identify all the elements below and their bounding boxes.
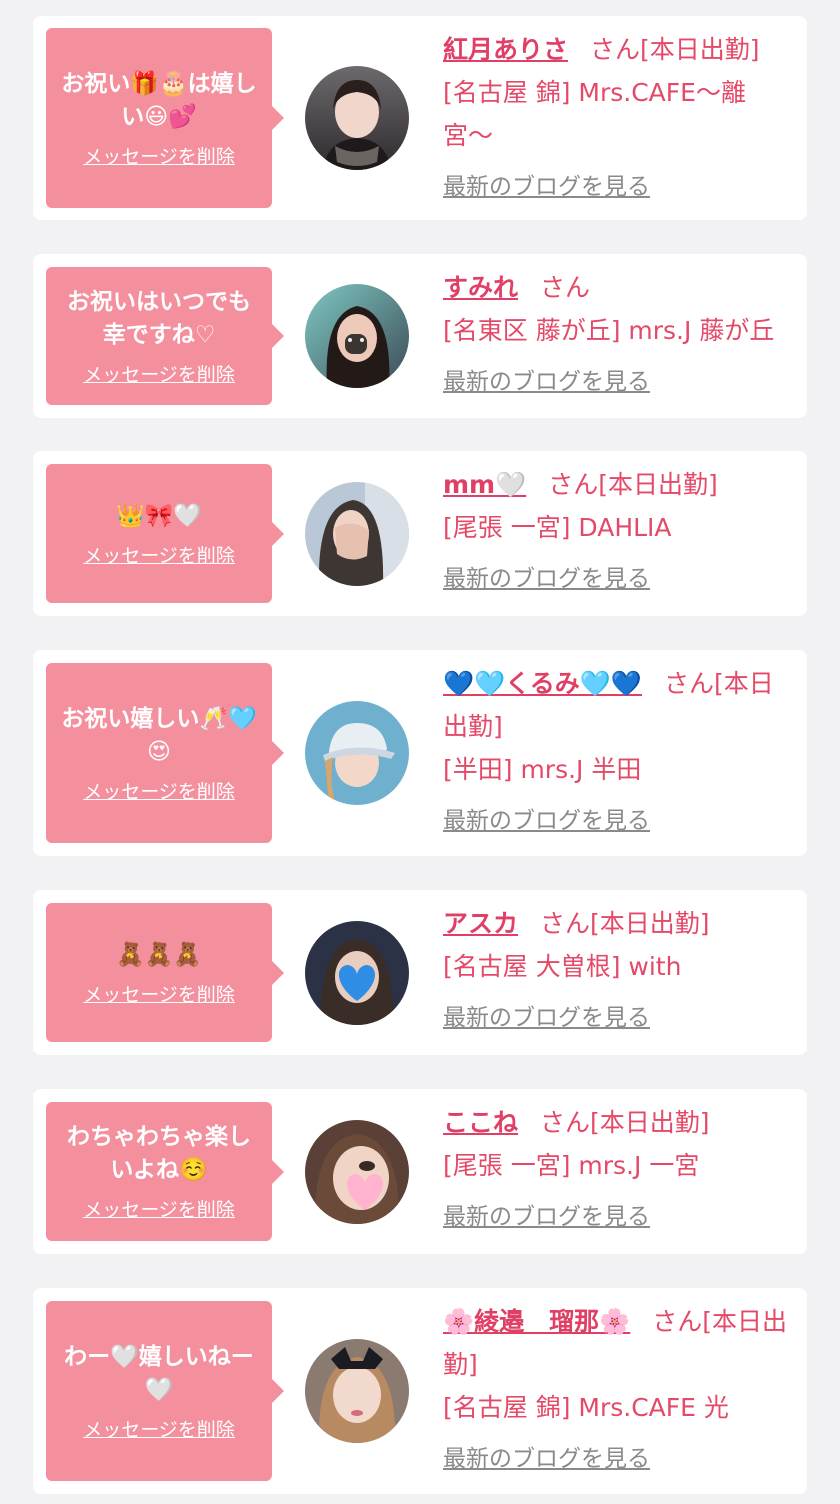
message-card: わちゃわちゃ楽しいよね☺️ メッセージを削除 ここね さん[本日出勤] [尾張 一…	[33, 1089, 807, 1254]
cast-status: さん[本日出勤]	[540, 1108, 710, 1137]
cast-name-link[interactable]: 💙🩵くるみ🩵💙	[443, 669, 642, 698]
shop-info: [半田] mrs.J 半田	[443, 755, 642, 784]
message-text: わちゃわちゃ楽しいよね☺️	[67, 1124, 251, 1183]
message-card: 👑🎀🤍 メッセージを削除 mm🤍 さん[本日出勤] [尾張 一宮] DAHLIA …	[33, 451, 807, 616]
delete-message-link[interactable]: メッセージを削除	[83, 142, 235, 169]
delete-message-link[interactable]: メッセージを削除	[83, 541, 235, 568]
cast-name-link[interactable]: 🌸綾邉 瑠那🌸	[443, 1307, 630, 1336]
cast-name-link[interactable]: 紅月ありさ	[443, 35, 568, 64]
shop-info: [尾張 一宮] mrs.J 一宮	[443, 1151, 700, 1180]
message-text: 👑🎀🤍	[116, 502, 202, 529]
shop-info: [名古屋 錦] Mrs.CAFE 光	[443, 1393, 729, 1422]
cast-name-link[interactable]: アスカ	[443, 909, 518, 938]
cast-name-link[interactable]: すみれ	[443, 273, 518, 302]
cast-status: さん	[540, 273, 591, 302]
cast-info: すみれ さん [名東区 藤が丘] mrs.J 藤が丘 最新のブログを見る	[443, 266, 795, 396]
cast-info: アスカ さん[本日出勤] [名古屋 大曽根] with 最新のブログを見る	[443, 902, 795, 1032]
cast-status: さん[本日出勤]	[548, 470, 718, 499]
cast-name-link[interactable]: ここね	[443, 1108, 518, 1137]
cast-info: 💙🩵くるみ🩵💙 さん[本日出勤] [半田] mrs.J 半田 最新のブログを見る	[443, 662, 795, 835]
blog-link[interactable]: 最新のブログを見る	[443, 801, 650, 835]
cast-info: 🌸綾邉 瑠那🌸 さん[本日出勤] [名古屋 錦] Mrs.CAFE 光 最新のブロ…	[443, 1300, 795, 1473]
message-bubble: わちゃわちゃ楽しいよね☺️ メッセージを削除	[46, 1102, 284, 1241]
message-bubble: わー🤍嬉しいねー🤍 メッセージを削除	[46, 1301, 284, 1481]
delete-message-link[interactable]: メッセージを削除	[83, 360, 235, 387]
cast-status: さん[本日出勤]	[590, 35, 760, 64]
message-text: 🧸🧸🧸	[116, 941, 202, 968]
shop-info: [名東区 藤が丘] mrs.J 藤が丘	[443, 316, 775, 345]
message-card: お祝いはいつでも幸ですね♡ メッセージを削除 すみれ さん [名東区 藤が丘] m…	[33, 254, 807, 418]
delete-message-link[interactable]: メッセージを削除	[83, 777, 235, 804]
cast-info: ここね さん[本日出勤] [尾張 一宮] mrs.J 一宮 最新のブログを見る	[443, 1101, 795, 1231]
avatar[interactable]	[305, 701, 409, 805]
delete-message-link[interactable]: メッセージを削除	[83, 980, 235, 1007]
cast-info: 紅月ありさ さん[本日出勤] [名古屋 錦] Mrs.CAFE〜離宮〜 最新のブロ…	[443, 28, 795, 201]
shop-info: [名古屋 大曽根] with	[443, 952, 682, 981]
message-bubble: 👑🎀🤍 メッセージを削除	[46, 464, 284, 603]
delete-message-link[interactable]: メッセージを削除	[83, 1415, 235, 1442]
avatar[interactable]	[305, 1339, 409, 1443]
message-card: お祝い🎁🎂は嬉しい😃💕 メッセージを削除 紅月ありさ さん[本日出勤] [名古屋 …	[33, 16, 807, 220]
message-text: お祝い嬉しい🥂🩵😍	[61, 705, 257, 765]
blog-link[interactable]: 最新のブログを見る	[443, 1197, 650, 1231]
blog-link[interactable]: 最新のブログを見る	[443, 1439, 650, 1473]
cast-name-link[interactable]: mm🤍	[443, 470, 526, 499]
message-bubble: お祝い🎁🎂は嬉しい😃💕 メッセージを削除	[46, 28, 284, 208]
avatar[interactable]	[305, 284, 409, 388]
message-bubble: お祝いはいつでも幸ですね♡ メッセージを削除	[46, 267, 284, 405]
shop-info: [名古屋 錦] Mrs.CAFE〜離宮〜	[443, 78, 746, 150]
cast-info: mm🤍 さん[本日出勤] [尾張 一宮] DAHLIA 最新のブログを見る	[443, 463, 795, 593]
blog-link[interactable]: 最新のブログを見る	[443, 998, 650, 1032]
avatar[interactable]	[305, 66, 409, 170]
avatar[interactable]	[305, 1120, 409, 1224]
message-card: お祝い嬉しい🥂🩵😍 メッセージを削除 💙🩵くるみ🩵💙 さん[本日出勤] [半田] …	[33, 650, 807, 856]
message-bubble: 🧸🧸🧸 メッセージを削除	[46, 903, 284, 1042]
blog-link[interactable]: 最新のブログを見る	[443, 362, 650, 396]
avatar[interactable]	[305, 482, 409, 586]
avatar[interactable]	[305, 921, 409, 1025]
message-card: 🧸🧸🧸 メッセージを削除 アスカ さん[本日出勤] [名古屋 大曽根] with …	[33, 890, 807, 1055]
message-bubble: お祝い嬉しい🥂🩵😍 メッセージを削除	[46, 663, 284, 843]
blog-link[interactable]: 最新のブログを見る	[443, 559, 650, 593]
delete-message-link[interactable]: メッセージを削除	[83, 1195, 235, 1222]
cast-status: さん[本日出勤]	[540, 909, 710, 938]
message-text: わー🤍嬉しいねー🤍	[64, 1343, 254, 1403]
message-text: お祝い🎁🎂は嬉しい😃💕	[61, 70, 257, 130]
blog-link[interactable]: 最新のブログを見る	[443, 167, 650, 201]
shop-info: [尾張 一宮] DAHLIA	[443, 513, 672, 542]
message-text: お祝いはいつでも幸ですね♡	[67, 288, 251, 348]
message-list: お祝い🎁🎂は嬉しい😃💕 メッセージを削除 紅月ありさ さん[本日出勤] [名古屋 …	[0, 0, 840, 1504]
message-card: わー🤍嬉しいねー🤍 メッセージを削除 🌸綾邉 瑠那🌸 さん[本日出勤] [名古屋 …	[33, 1288, 807, 1494]
